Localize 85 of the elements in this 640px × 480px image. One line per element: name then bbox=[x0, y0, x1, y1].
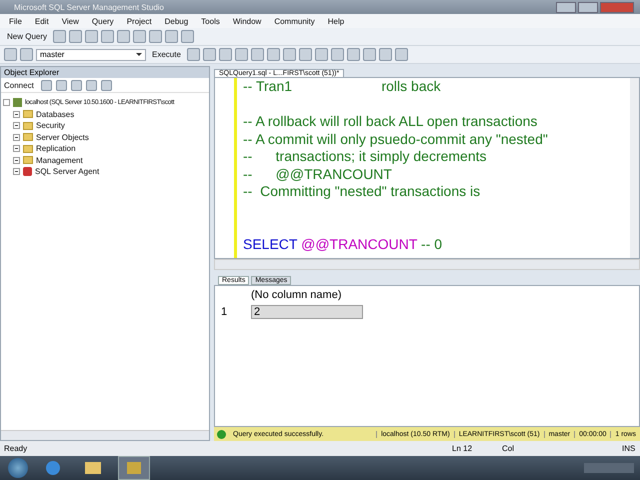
toolbar-icon[interactable] bbox=[378, 48, 392, 61]
insert-mode: INS bbox=[622, 444, 636, 453]
toolbar-icon[interactable] bbox=[330, 48, 344, 61]
code-editor[interactable] bbox=[214, 77, 640, 259]
column-number: Col bbox=[502, 444, 516, 453]
expand-icon[interactable] bbox=[13, 156, 20, 164]
toolbar-icon[interactable] bbox=[298, 48, 312, 61]
toolbar-icon[interactable] bbox=[53, 30, 66, 43]
column-header: (No column name) bbox=[251, 288, 342, 300]
horizontal-scrollbar[interactable] bbox=[214, 259, 640, 270]
menu-item[interactable]: File bbox=[9, 16, 22, 26]
toolbar-icon[interactable] bbox=[100, 80, 112, 90]
code-line: -- A commit will only psuedo-commit any "nested" bbox=[243, 130, 549, 148]
toolbar-icon[interactable] bbox=[149, 30, 162, 43]
toolbar-icon[interactable] bbox=[85, 30, 98, 43]
toolbar-icon[interactable] bbox=[69, 30, 82, 43]
toolbar-icon[interactable] bbox=[202, 48, 216, 61]
execute-button[interactable]: Execute bbox=[149, 48, 184, 62]
toolbar-icon[interactable] bbox=[86, 80, 97, 90]
menu-item[interactable]: Debug bbox=[164, 16, 188, 26]
expand-icon[interactable] bbox=[13, 110, 20, 118]
menu-item[interactable]: Project bbox=[126, 16, 152, 26]
tree-item[interactable]: Management bbox=[36, 156, 83, 165]
toolbar-icon[interactable] bbox=[186, 48, 200, 61]
toolbar-icon[interactable] bbox=[40, 80, 52, 90]
toolbar-icon[interactable] bbox=[394, 48, 408, 61]
app-icon[interactable] bbox=[118, 456, 150, 480]
code-line: SELECT @@TRANCOUNT -- 0 bbox=[243, 236, 444, 253]
expand-icon[interactable] bbox=[13, 122, 20, 130]
toolbar-icon[interactable] bbox=[218, 48, 232, 61]
line-number: Ln 12 bbox=[452, 444, 474, 453]
status-text: Ready bbox=[3, 444, 28, 453]
table-cell[interactable]: 2 bbox=[251, 304, 363, 318]
expand-icon[interactable] bbox=[13, 134, 20, 141]
server-icon bbox=[13, 98, 22, 108]
toolbar-icon[interactable] bbox=[234, 48, 248, 61]
toolbar-icon[interactable] bbox=[117, 30, 130, 43]
menu-item[interactable]: Window bbox=[232, 16, 262, 26]
minimize-button[interactable] bbox=[556, 2, 576, 12]
toolbar-icon[interactable] bbox=[133, 30, 146, 43]
close-button[interactable] bbox=[600, 2, 634, 12]
menu-item[interactable]: Community bbox=[274, 16, 315, 26]
menu-item[interactable]: View bbox=[62, 16, 79, 26]
menu-item[interactable]: Edit bbox=[34, 16, 49, 26]
toolbar-icon[interactable] bbox=[4, 48, 17, 61]
start-button[interactable] bbox=[8, 458, 28, 478]
toolbar-icon[interactable] bbox=[282, 48, 296, 61]
code-line: -- @@TRANCOUNT bbox=[243, 166, 393, 183]
menu-item[interactable]: Tools bbox=[201, 16, 220, 26]
tree-item[interactable]: SQL Server Agent bbox=[35, 167, 100, 176]
toolbar-icon[interactable] bbox=[314, 48, 328, 61]
code-line: -- transactions; it simply decrements bbox=[243, 148, 488, 166]
database-dropdown[interactable]: master bbox=[36, 48, 146, 60]
maximize-button[interactable] bbox=[578, 2, 598, 12]
tree-item[interactable]: Server Objects bbox=[36, 132, 89, 142]
code-line: -- Committing "nested" transactions is bbox=[243, 183, 482, 200]
horizontal-scrollbar[interactable] bbox=[1, 430, 209, 440]
expand-icon[interactable] bbox=[13, 145, 20, 152]
toolbar-icon[interactable] bbox=[362, 48, 376, 61]
toolbar-icon[interactable] bbox=[250, 48, 264, 61]
tree-item[interactable]: Security bbox=[36, 121, 65, 130]
toolbar-icon[interactable] bbox=[346, 48, 360, 61]
tree-item[interactable]: Databases bbox=[36, 110, 74, 119]
connect-button[interactable]: Connect bbox=[1, 78, 37, 92]
menu-item[interactable]: Query bbox=[92, 16, 114, 26]
tree-item[interactable]: Replication bbox=[36, 144, 76, 154]
new-query-button[interactable]: New Query bbox=[4, 30, 50, 44]
agent-icon bbox=[23, 167, 32, 176]
menu-item[interactable]: Help bbox=[328, 16, 344, 26]
toolbar-icon[interactable] bbox=[165, 30, 178, 43]
toolbar-icon[interactable] bbox=[70, 80, 82, 90]
code-line: -- Tran1 rolls back bbox=[243, 78, 442, 96]
toolbar-icon[interactable] bbox=[266, 48, 280, 61]
code-line: -- A rollback will roll back ALL open transactions bbox=[243, 113, 538, 130]
toolbar-icon[interactable] bbox=[181, 30, 194, 43]
success-icon bbox=[217, 430, 226, 438]
toolbar-icon[interactable] bbox=[20, 48, 33, 61]
vertical-scrollbar[interactable] bbox=[630, 78, 639, 258]
collapse-icon[interactable] bbox=[3, 99, 10, 106]
panel-title: Object Explorer bbox=[4, 68, 60, 77]
toolbar-icon[interactable] bbox=[101, 30, 114, 43]
expand-icon[interactable] bbox=[13, 168, 20, 176]
toolbar-icon[interactable] bbox=[56, 80, 67, 90]
window-title: Microsoft SQL Server Management Studio bbox=[14, 2, 165, 12]
row-number: 1 bbox=[220, 306, 228, 318]
